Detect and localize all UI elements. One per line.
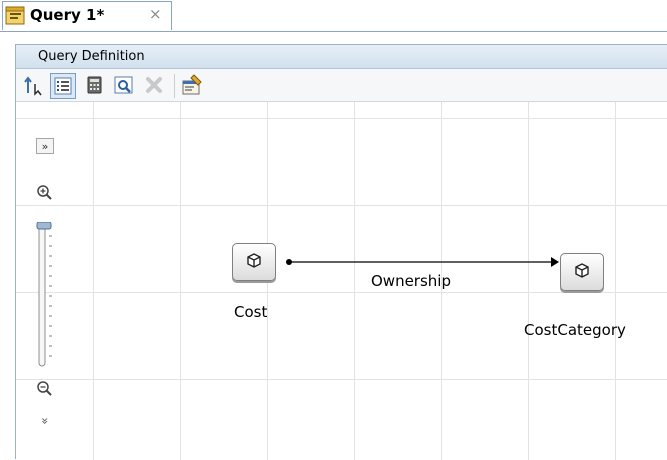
move-up-icon [24,76,42,96]
calculator-icon [87,76,102,94]
delete-icon [146,77,162,93]
node-costcategory[interactable] [560,253,604,291]
find-icon [114,76,133,94]
edge-label: Ownership [371,272,451,290]
node-cost[interactable] [232,243,276,281]
cube-icon [575,263,589,278]
delete-button[interactable] [142,73,168,99]
list-view-icon [54,77,72,95]
node-label: CostCategory [524,321,626,339]
diagram-canvas[interactable]: » » Ownership Cost CostCategory [16,102,667,460]
toolbar-divider [174,74,175,98]
close-icon[interactable]: × [149,5,162,23]
calculator-button[interactable] [82,73,108,99]
move-up-button[interactable] [22,73,48,99]
tab-title: Query 1* [30,6,105,24]
properties-icon [182,74,202,95]
find-button[interactable] [112,73,138,99]
list-view-button[interactable] [50,73,76,99]
node-label: Cost [234,303,268,321]
tab-bar: Query 1* × [0,0,667,32]
query-icon [5,5,27,30]
properties-button[interactable] [180,73,206,99]
panel-title: Query Definition [38,49,145,64]
query-definition-panel: Query Definition » » Ownership Cost Cost… [15,44,667,460]
cube-icon [247,253,261,268]
tab-query-1[interactable]: Query 1* × [2,1,172,30]
panel-header: Query Definition [16,45,667,69]
toolbar [16,69,667,102]
